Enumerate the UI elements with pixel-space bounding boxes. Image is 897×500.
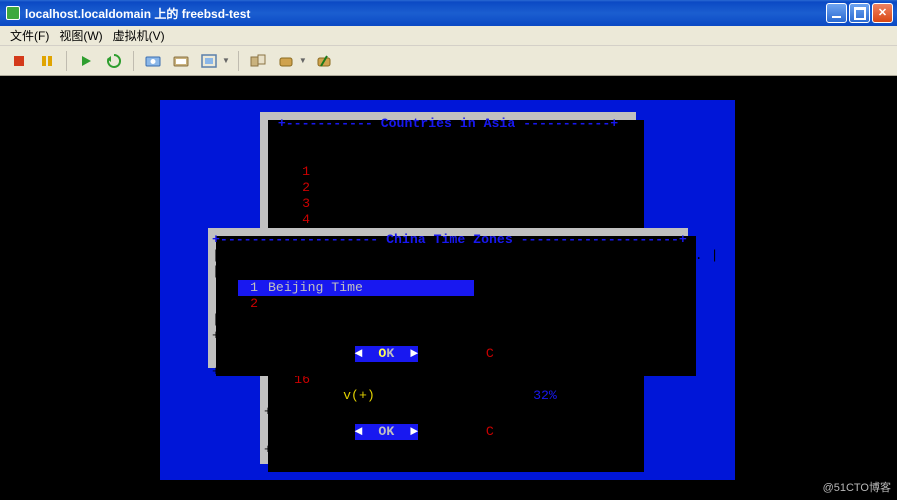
- list-item[interactable]: | |2Xinjiang Time | |: [220, 296, 676, 312]
- list-item[interactable]: | |4Bahrain | |: [272, 212, 624, 228]
- countries-cancel-button[interactable]: <Cancel>: [478, 424, 541, 440]
- menu-view[interactable]: 视图(W): [55, 26, 106, 45]
- list-item-number: 1: [290, 164, 320, 180]
- window-titlebar: localhost.localdomain 上的 freebsd-test: [0, 0, 897, 26]
- list-item-label: Bahrain: [320, 212, 526, 228]
- list-item[interactable]: | |2Armenia | |: [272, 180, 624, 196]
- list-item[interactable]: | |3Azerbaijan | |: [272, 196, 624, 212]
- timezone-dialog: +-------------------- China Time Zones -…: [208, 228, 688, 368]
- reset-button[interactable]: [103, 50, 125, 72]
- countries-title-line: +----------- Countries in Asia ---------…: [264, 116, 632, 132]
- countries-button-row: ◄ OK ► <Cancel>: [264, 424, 632, 440]
- list-item-number: 1: [238, 280, 268, 296]
- timezone-title: China Time Zones: [386, 232, 513, 247]
- fullscreen-dropdown-icon[interactable]: ▼: [222, 56, 230, 65]
- countries-title: Countries in Asia: [381, 116, 516, 131]
- vm-console[interactable]: +----------- Countries in Asia ---------…: [0, 76, 897, 500]
- list-item-number: 3: [290, 196, 320, 212]
- countries-prompt: | Select a country or region |: [264, 132, 632, 148]
- snapshot-button[interactable]: [142, 50, 164, 72]
- countries-scroll-percent: 32%: [533, 388, 557, 403]
- countries-bottom-divider: | +------v(+)--------------------32%---+…: [264, 388, 632, 404]
- menu-file[interactable]: 文件(F): [6, 26, 53, 45]
- timezone-button-row: ◄ OK ► <Cancel>: [212, 346, 684, 362]
- timezone-bottom-divider: | +-------------------------------------…: [212, 312, 684, 328]
- app-icon: [6, 6, 20, 20]
- unity-button[interactable]: [247, 50, 269, 72]
- list-item-label: Azerbaijan: [320, 196, 526, 212]
- list-item-label: Xinjiang Time: [268, 296, 474, 312]
- list-item-label: Armenia: [320, 180, 526, 196]
- close-button[interactable]: [872, 3, 893, 23]
- countries-ok-button[interactable]: ◄ OK ►: [355, 424, 418, 440]
- reconnect-button[interactable]: [313, 50, 335, 72]
- timezone-ok-button[interactable]: ◄ OK ►: [355, 346, 418, 362]
- list-item-number: 2: [238, 296, 268, 312]
- stop-button[interactable]: [8, 50, 30, 72]
- maximize-button[interactable]: [849, 3, 870, 23]
- fullscreen-button[interactable]: [198, 50, 220, 72]
- list-item[interactable]: | |1Afghanistan | |: [272, 164, 624, 180]
- watermark: @51CTO博客: [823, 480, 891, 496]
- toolbar: ▼ ▼: [0, 46, 897, 76]
- menubar: 文件(F) 视图(W) 虚拟机(V): [0, 26, 897, 46]
- minimize-button[interactable]: [826, 3, 847, 23]
- snapshot-manager-button[interactable]: [170, 50, 192, 72]
- timezone-top-divider: | +-------------------------------------…: [212, 264, 684, 280]
- countries-top-divider: | +-------------------------------------…: [264, 148, 632, 164]
- timezone-title-line: +-------------------- China Time Zones -…: [212, 232, 684, 248]
- play-button[interactable]: [75, 50, 97, 72]
- devices-button[interactable]: [275, 50, 297, 72]
- devices-dropdown-icon[interactable]: ▼: [299, 56, 307, 65]
- timezone-cancel-button[interactable]: <Cancel>: [478, 346, 541, 362]
- timezone-prompt: | Select a zone which observes the same …: [212, 248, 684, 264]
- list-item[interactable]: | |1Beijing Time | |: [220, 280, 676, 296]
- menu-vm[interactable]: 虚拟机(V): [109, 26, 169, 45]
- pause-button[interactable]: [36, 50, 58, 72]
- list-item-label: Afghanistan: [320, 164, 526, 180]
- list-item-number: 2: [290, 180, 320, 196]
- window-title: localhost.localdomain 上的 freebsd-test: [25, 5, 250, 22]
- list-item-label: Beijing Time: [268, 280, 474, 296]
- list-item-number: 4: [290, 212, 320, 228]
